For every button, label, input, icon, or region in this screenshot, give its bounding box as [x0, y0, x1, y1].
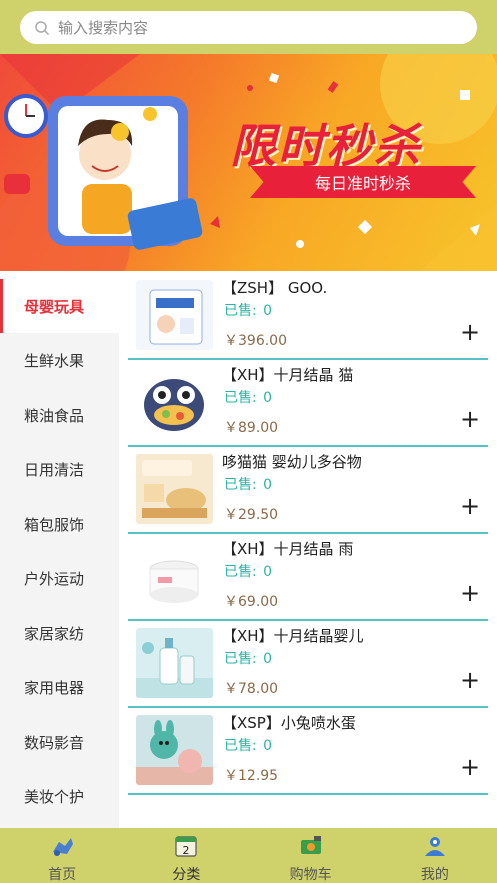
product-image — [136, 715, 213, 785]
product-price: ￥69.00 — [224, 594, 279, 610]
tab-home-label: 首页 — [48, 867, 77, 883]
add-to-cart-button[interactable]: + — [460, 668, 480, 692]
sold-count: 0 — [263, 651, 273, 667]
product-item[interactable]: 【XH】十月结晶 雨 已售: 0 ￥69.00 + — [128, 535, 488, 621]
add-to-cart-button[interactable]: + — [460, 494, 480, 518]
sold-label: 已售: — [224, 738, 257, 754]
sold-count: 0 — [263, 738, 273, 754]
product-item[interactable]: 【XSP】小兔喷水蛋 已售: 0 ￥12.95 + — [128, 709, 488, 795]
sold-count: 0 — [263, 390, 273, 406]
product-image — [136, 280, 213, 350]
product-name: 【XH】十月结晶 雨 — [222, 540, 354, 558]
add-to-cart-button[interactable]: + — [460, 581, 480, 605]
product-name: 【XH】十月结晶婴儿 — [222, 627, 364, 645]
add-to-cart-button[interactable]: + — [460, 755, 480, 779]
category-item-grain-oil[interactable]: 粮油食品 — [0, 388, 119, 442]
promo-banner[interactable]: 限时秒杀 每日准时秒杀 — [0, 54, 497, 271]
product-name: 【XH】十月结晶 猫 — [222, 366, 354, 384]
product-image — [136, 628, 213, 698]
search-input[interactable] — [58, 18, 458, 37]
product-sold: 已售: 0 — [222, 474, 272, 494]
category-item-daily-cleaning[interactable]: 日用清洁 — [0, 442, 119, 496]
product-sold: 已售: 0 — [222, 387, 272, 407]
sold-count: 0 — [263, 564, 273, 580]
product-price: ￥29.50 — [224, 507, 279, 523]
sold-label: 已售: — [224, 477, 257, 493]
tab-profile[interactable]: 我的 — [373, 828, 497, 883]
category-item-outdoor-sports[interactable]: 户外运动 — [0, 551, 119, 605]
category-item-maternal-toys[interactable]: 母婴玩具 — [0, 279, 119, 333]
product-price: ￥78.00 — [224, 681, 279, 697]
svg-text:2: 2 — [183, 844, 190, 857]
search-icon — [35, 20, 50, 35]
search-box[interactable] — [20, 11, 477, 44]
product-price: ￥12.95 — [224, 768, 279, 784]
product-item[interactable]: 哆猫猫 婴幼儿多谷物 已售: 0 ￥29.50 + — [128, 448, 488, 534]
cart-icon — [300, 836, 321, 854]
category-sidebar: 母婴玩具 生鲜水果 粮油食品 日用清洁 箱包服饰 户外运动 家居家纺 家用电器 … — [0, 279, 119, 828]
product-sold: 已售: 0 — [222, 300, 272, 320]
product-sold: 已售: 0 — [222, 735, 272, 755]
product-name: 【XSP】小兔喷水蛋 — [222, 714, 356, 732]
sold-count: 0 — [263, 303, 273, 319]
product-sold: 已售: 0 — [222, 648, 272, 668]
profile-icon — [424, 837, 445, 856]
product-name: 【ZSH】 GOO. — [222, 279, 328, 297]
product-image — [136, 541, 213, 611]
sold-label: 已售: — [224, 303, 257, 319]
category-item-digital-av[interactable]: 数码影音 — [0, 715, 119, 769]
banner-subtitle: 每日准时秒杀 — [250, 166, 476, 198]
home-icon — [53, 838, 74, 856]
sold-count: 0 — [263, 477, 273, 493]
tab-home[interactable]: 首页 — [0, 828, 124, 883]
product-image — [136, 367, 213, 437]
bottom-tab-bar: 首页 2 分类 购物车 我的 — [0, 828, 497, 883]
category-item-home-textiles[interactable]: 家居家纺 — [0, 606, 119, 660]
tab-cart[interactable]: 购物车 — [249, 828, 373, 883]
product-name: 哆猫猫 婴幼儿多谷物 — [222, 453, 362, 471]
category-icon: 2 — [175, 836, 197, 857]
product-image — [136, 454, 213, 524]
category-item-beauty-care[interactable]: 美妆个护 — [0, 769, 119, 823]
sold-label: 已售: — [224, 390, 257, 406]
sold-label: 已售: — [224, 651, 257, 667]
product-price: ￥396.00 — [224, 333, 287, 349]
sold-label: 已售: — [224, 564, 257, 580]
tab-category-label: 分类 — [172, 867, 201, 883]
product-item[interactable]: 【ZSH】 GOO. 已售: 0 ￥396.00 + — [128, 274, 488, 360]
category-item-fresh-fruit[interactable]: 生鲜水果 — [0, 333, 119, 387]
product-price: ￥89.00 — [224, 420, 279, 436]
product-item[interactable]: 【XH】十月结晶婴儿 已售: 0 ￥78.00 + — [128, 622, 488, 708]
tab-category[interactable]: 2 分类 — [124, 828, 248, 883]
add-to-cart-button[interactable]: + — [460, 320, 480, 344]
product-item[interactable]: 【XH】十月结晶 猫 已售: 0 ￥89.00 + — [128, 361, 488, 447]
category-item-appliances[interactable]: 家用电器 — [0, 660, 119, 714]
top-bar — [0, 0, 497, 54]
tab-cart-label: 购物车 — [289, 867, 332, 883]
category-item-bags-clothing[interactable]: 箱包服饰 — [0, 497, 119, 551]
tab-profile-label: 我的 — [420, 867, 449, 883]
add-to-cart-button[interactable]: + — [460, 407, 480, 431]
product-sold: 已售: 0 — [222, 561, 272, 581]
